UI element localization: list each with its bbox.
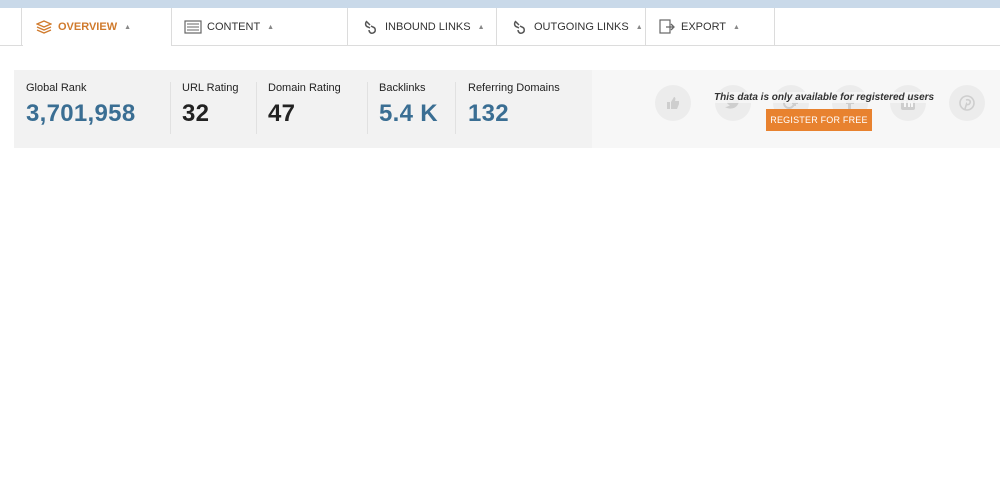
active-tab-gap	[23, 45, 171, 46]
registration-notice: This data is only available for register…	[714, 92, 935, 103]
stat-referring-domains: Referring Domains 132	[468, 82, 560, 136]
stat-value: 47	[268, 100, 296, 127]
stat-label: URL Rating	[182, 82, 239, 94]
tab-inbound-links[interactable]: INBOUND LINKS ▲	[348, 8, 497, 46]
top-bar	[0, 0, 1000, 8]
stat-url-rating: URL Rating 32	[182, 82, 238, 136]
tab-label: OUTGOING LINKS	[534, 21, 629, 33]
document-list-icon	[184, 19, 202, 35]
tab-label: EXPORT	[681, 21, 727, 33]
stat-value: 5.4 K	[379, 100, 438, 127]
caret-up-icon: ▲	[267, 23, 275, 31]
stat-backlinks: Backlinks 5.4 K	[379, 82, 438, 136]
stat-divider	[170, 82, 171, 134]
link-icon	[362, 19, 380, 35]
stat-label: Backlinks	[379, 82, 426, 94]
stats-panel: Global Rank 3,701,958 URL Rating 32 Doma…	[14, 70, 592, 148]
export-icon	[658, 19, 676, 35]
tab-bar: OVERVIEW ▲ CONTENT ▲ INBOUND LINKS ▲ OUT…	[0, 8, 1000, 46]
tab-content[interactable]: CONTENT ▲	[172, 8, 348, 46]
caret-up-icon: ▲	[733, 23, 740, 31]
tab-label: INBOUND LINKS	[385, 21, 471, 33]
stat-label: Referring Domains	[468, 82, 560, 94]
stat-label: Global Rank	[26, 82, 87, 94]
stat-value: 32	[182, 100, 210, 127]
stat-value: 3,701,958	[26, 100, 136, 127]
link-icon	[511, 19, 529, 35]
caret-up-icon: ▲	[124, 23, 132, 31]
caret-up-icon: ▲	[635, 23, 643, 31]
thumbs-up-icon	[655, 85, 691, 121]
stat-divider	[367, 82, 368, 134]
register-button[interactable]: REGISTER FOR FREE	[766, 109, 872, 131]
tab-label: OVERVIEW	[58, 21, 118, 33]
stat-label: Domain Rating	[268, 82, 341, 94]
stat-value: 132	[468, 100, 509, 127]
pinterest-icon	[949, 85, 985, 121]
linkedin-icon	[890, 85, 926, 121]
stat-divider	[256, 82, 257, 134]
twitter-icon	[715, 85, 751, 121]
tab-overview[interactable]: OVERVIEW ▲	[22, 8, 172, 46]
caret-up-icon: ▲	[477, 23, 485, 31]
tab-label: CONTENT	[207, 21, 261, 33]
stat-global-rank: Global Rank 3,701,958	[26, 82, 135, 136]
tab-export[interactable]: EXPORT ▲	[646, 8, 775, 46]
layers-icon	[35, 19, 53, 35]
tab-outgoing-links[interactable]: OUTGOING LINKS ▲	[497, 8, 646, 46]
stat-domain-rating: Domain Rating 47	[268, 82, 341, 136]
stat-divider	[455, 82, 456, 134]
